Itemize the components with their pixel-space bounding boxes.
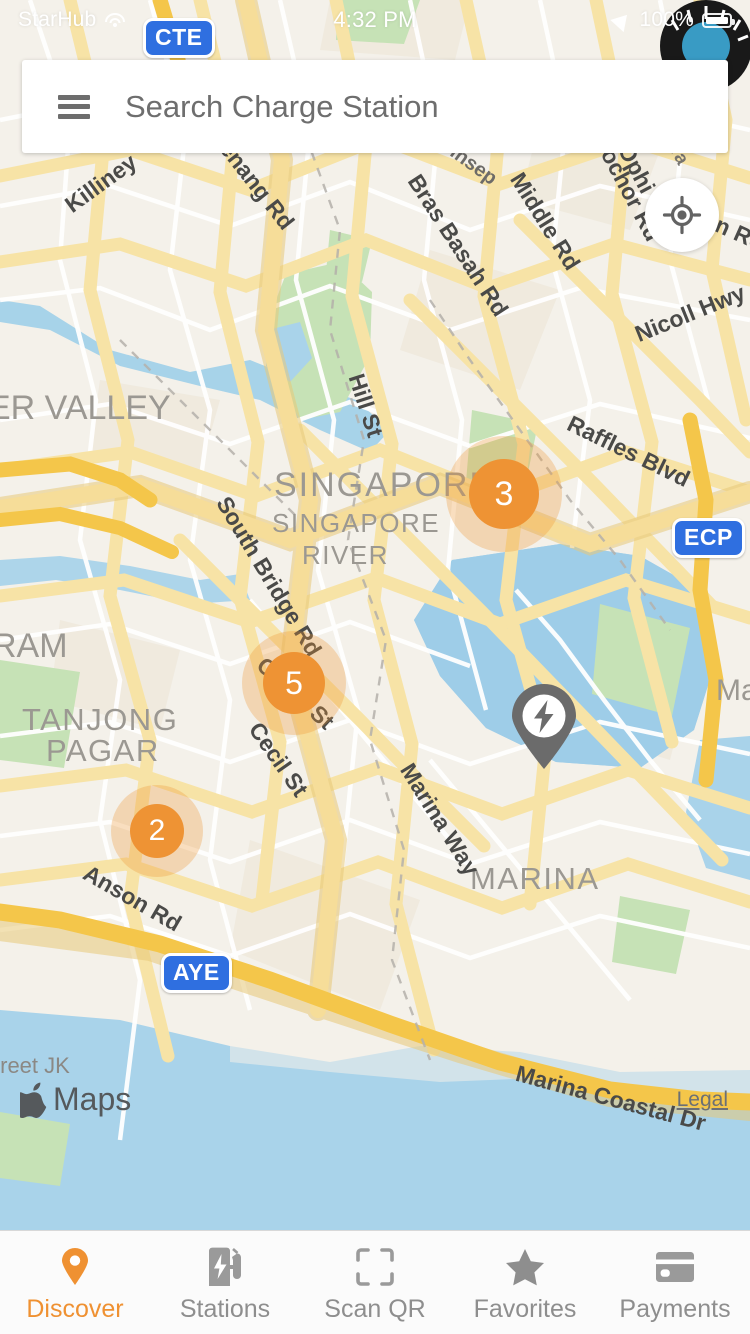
apple-logo-icon xyxy=(20,1082,47,1118)
app-screen: ER VALLEY RAM SINGAPORE SINGAPORE RIVER … xyxy=(0,0,750,1334)
tab-label: Discover xyxy=(26,1294,124,1323)
cluster-count: 2 xyxy=(130,804,184,858)
star-icon xyxy=(505,1246,545,1288)
cluster-marker[interactable]: 2 xyxy=(103,777,211,885)
status-bar: StarHub 4:32 PM 100% xyxy=(0,0,750,40)
tab-favorites[interactable]: Favorites xyxy=(450,1231,600,1334)
cluster-marker[interactable]: 5 xyxy=(232,621,356,745)
battery-percent-label: 100% xyxy=(639,8,694,31)
lightning-bolt-pin-icon xyxy=(512,684,576,769)
tab-scan-qr[interactable]: Scan QR xyxy=(300,1231,450,1334)
hamburger-menu-icon[interactable] xyxy=(58,94,90,119)
attribution-label: Maps xyxy=(53,1081,132,1117)
cluster-count: 3 xyxy=(469,459,539,529)
battery-full-icon xyxy=(702,12,735,28)
location-arrow-icon xyxy=(610,8,635,32)
locate-button[interactable] xyxy=(645,178,719,252)
tab-discover[interactable]: Discover xyxy=(0,1231,150,1334)
tab-payments[interactable]: Payments xyxy=(600,1231,750,1334)
cluster-count: 5 xyxy=(263,652,325,714)
cluster-marker[interactable]: 3 xyxy=(434,424,574,564)
tab-label: Payments xyxy=(619,1294,731,1323)
map-tiles xyxy=(0,0,750,1230)
search-bar[interactable] xyxy=(22,60,728,153)
tab-label: Scan QR xyxy=(324,1294,426,1323)
locate-crosshair-icon xyxy=(662,195,702,235)
bottom-tab-bar: Discover Stations Scan QR Favorites Paym… xyxy=(0,1230,750,1334)
map-attribution: Maps xyxy=(20,1081,131,1118)
tab-stations[interactable]: Stations xyxy=(150,1231,300,1334)
search-input[interactable] xyxy=(125,88,692,125)
qr-scan-icon xyxy=(356,1246,394,1288)
charge-station-pin[interactable] xyxy=(508,684,580,775)
map-pin-icon xyxy=(61,1246,89,1288)
tab-label: Stations xyxy=(179,1294,271,1323)
legal-link[interactable]: Legal xyxy=(677,1088,728,1112)
status-right: 100% xyxy=(610,8,735,32)
credit-card-icon xyxy=(655,1246,695,1288)
tab-label: Favorites xyxy=(473,1294,577,1323)
charge-pump-icon xyxy=(207,1246,243,1288)
map-canvas[interactable]: ER VALLEY RAM SINGAPORE SINGAPORE RIVER … xyxy=(0,0,750,1230)
highway-shield-aye[interactable]: AYE xyxy=(161,953,232,993)
highway-shield-ecp[interactable]: ECP xyxy=(672,518,745,558)
